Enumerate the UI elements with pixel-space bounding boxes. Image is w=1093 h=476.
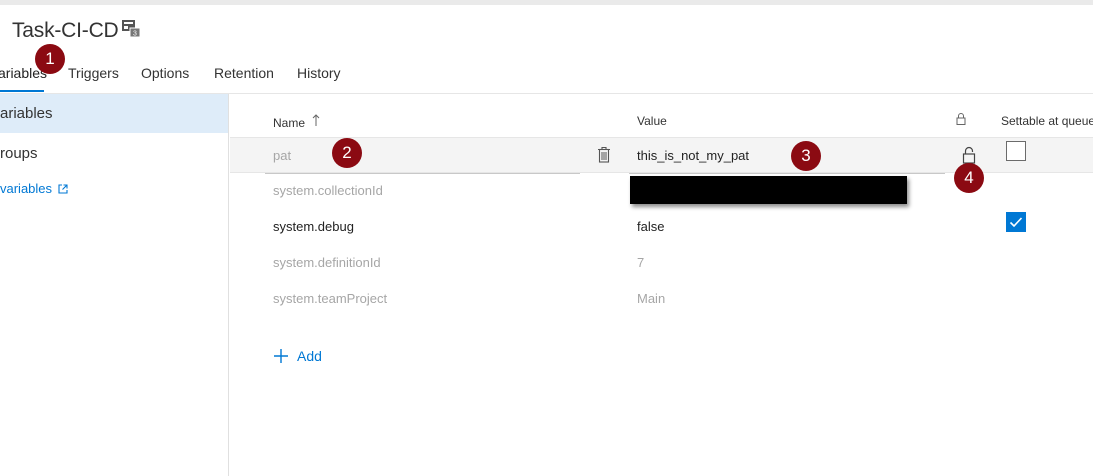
table-row[interactable]: system.debug false xyxy=(230,209,1093,245)
variable-value: 7 xyxy=(637,255,645,270)
variable-name-field[interactable]: system.debug xyxy=(273,219,354,234)
svg-text:3: 3 xyxy=(133,31,137,38)
sidebar-item-pipeline-variables[interactable]: ariables xyxy=(0,94,228,133)
predefined-variables-link[interactable]: variables xyxy=(0,181,68,196)
tab-options[interactable]: Options xyxy=(141,65,189,81)
sidebar-item-variable-groups[interactable]: roups xyxy=(0,138,228,170)
column-header-name[interactable]: Name xyxy=(273,114,320,130)
lock-icon xyxy=(956,113,966,125)
top-strip xyxy=(0,0,1093,5)
trash-icon[interactable] xyxy=(597,146,611,163)
variable-name: system.definitionId xyxy=(273,255,381,270)
add-variable-button[interactable]: Add xyxy=(273,348,322,364)
sort-ascending-icon xyxy=(313,114,320,126)
variable-value-field[interactable]: false xyxy=(637,219,664,234)
tab-retention[interactable]: Retention xyxy=(214,65,274,81)
plus-icon xyxy=(274,349,288,363)
settable-checkbox[interactable] xyxy=(1006,212,1026,232)
tab-history[interactable]: History xyxy=(297,65,341,81)
settable-checkbox[interactable] xyxy=(1006,141,1026,161)
annotation-marker-2: 2 xyxy=(332,138,362,168)
sidebar: ariables roups variables xyxy=(0,94,229,476)
sidebar-item-label: roups xyxy=(0,145,38,162)
table-row: system.teamProject Main xyxy=(230,281,1093,317)
link-label: variables xyxy=(0,181,53,196)
column-header-value: Value xyxy=(637,114,667,128)
page-title: Task-CI-CD xyxy=(12,19,119,42)
variable-value-field[interactable]: this_is_not_my_pat xyxy=(637,148,749,163)
annotation-marker-4: 4 xyxy=(954,163,984,193)
sidebar-item-label: ariables xyxy=(0,105,53,122)
checkmark-icon xyxy=(1009,217,1023,228)
column-header-settable: Settable at queue xyxy=(1001,114,1093,128)
variable-name: system.collectionId xyxy=(273,183,383,198)
lock-icon[interactable] xyxy=(962,146,976,164)
build-definition-icon: 3 xyxy=(121,20,140,38)
variable-value: Main xyxy=(637,291,666,306)
annotation-marker-1: 1 xyxy=(35,44,65,74)
title-row: Task-CI-CD 3 xyxy=(12,18,141,44)
add-label: Add xyxy=(297,348,322,364)
variable-name-field[interactable]: pat xyxy=(273,148,291,163)
variable-name: system.teamProject xyxy=(273,291,388,306)
table-row: system.definitionId 7 xyxy=(230,245,1093,281)
tab-triggers[interactable]: Triggers xyxy=(68,65,119,81)
tab-bar: ariables Triggers Options Retention Hist… xyxy=(0,60,1093,93)
redaction-box xyxy=(630,176,907,204)
external-link-icon xyxy=(58,183,68,194)
annotation-marker-3: 3 xyxy=(791,141,821,171)
active-tab-indicator xyxy=(0,90,44,92)
